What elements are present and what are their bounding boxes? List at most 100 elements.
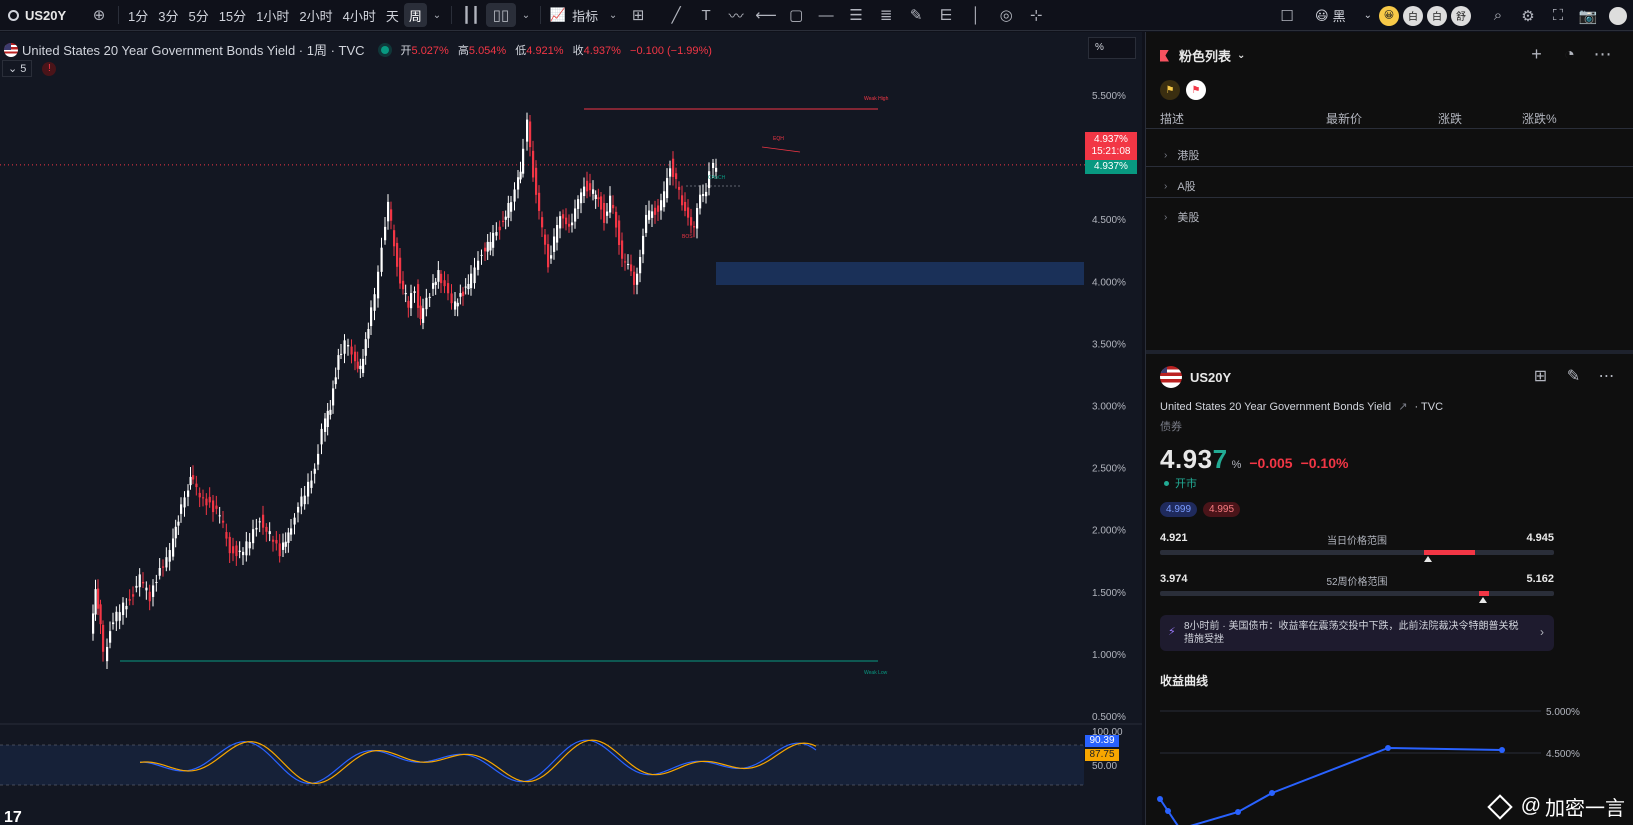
- interval-1h[interactable]: 1小时: [251, 3, 294, 27]
- candle-body-up: [513, 189, 516, 202]
- coin-icon[interactable]: 白: [1427, 5, 1447, 26]
- watchlist-header[interactable]: 粉色列表 ⌄: [1160, 46, 1245, 65]
- candle-body-up: [218, 515, 221, 517]
- chevron-down-icon[interactable]: ⌄: [603, 3, 623, 27]
- candle-body-up: [387, 201, 390, 222]
- layout-grid-icon[interactable]: ⊞: [623, 3, 653, 27]
- flag-badge-icon[interactable]: ⚑: [1160, 80, 1180, 100]
- bid-price-tag: 4.937%: [1085, 160, 1137, 174]
- candle-body-up: [459, 293, 462, 297]
- candle-body-up: [696, 208, 699, 229]
- candle-body-down: [687, 207, 690, 218]
- pattern-icon[interactable]: 〰: [721, 3, 751, 27]
- coin-icon[interactable]: 😀: [1379, 5, 1399, 26]
- interval-1w[interactable]: 周: [403, 3, 427, 27]
- vertical-line-icon[interactable]: │: [961, 3, 991, 27]
- candle-body-up: [290, 528, 293, 535]
- pie-chart-icon[interactable]: ◔: [1553, 42, 1586, 66]
- divider: [1146, 197, 1633, 198]
- plus-icon[interactable]: +: [1520, 42, 1553, 66]
- more-icon[interactable]: ⋯: [1590, 364, 1623, 388]
- candle-body-up: [486, 241, 489, 252]
- watchlist-group[interactable]: › A股: [1164, 178, 1196, 194]
- col-last[interactable]: 最新价: [1326, 110, 1362, 127]
- text-tool-icon[interactable]: T: [691, 3, 721, 27]
- candle-body-down: [484, 247, 487, 252]
- last-price: 4.937%: [1094, 134, 1128, 145]
- news-banner[interactable]: ⚡ 8小时前 · 美国债市：收益率在震荡交投中下跌，此前法院裁决令特朗普关税措施…: [1160, 615, 1554, 651]
- interval-3m[interactable]: 3分: [153, 3, 183, 27]
- watchlist-group[interactable]: › 港股: [1164, 147, 1199, 163]
- chevron-down-icon[interactable]: ⌄: [427, 3, 447, 27]
- col-description[interactable]: 描述: [1160, 110, 1184, 127]
- coin-icon[interactable]: 舒: [1451, 5, 1471, 26]
- horizontal-line-icon[interactable]: —: [811, 3, 841, 27]
- candle-body-up: [556, 225, 559, 243]
- col-change-pct[interactable]: 涨跌%: [1522, 110, 1557, 127]
- fullscreen-icon[interactable]: ⛶: [1543, 4, 1573, 28]
- square-icon[interactable]: ☐: [1272, 4, 1302, 28]
- candle-body-down: [356, 361, 359, 369]
- candle-chart-icon[interactable]: ▯▯: [485, 3, 516, 27]
- candle-body-down: [618, 220, 621, 246]
- legend-title[interactable]: United States 20 Year Government Bonds Y…: [22, 40, 365, 59]
- gear-icon[interactable]: ⚙: [1513, 4, 1543, 28]
- edit-icon[interactable]: ✎: [1557, 364, 1590, 388]
- theme-selector[interactable]: 😃 黑 ⌄: [1310, 4, 1377, 28]
- candle-body-down: [589, 183, 592, 191]
- warning-icon[interactable]: !: [42, 61, 57, 76]
- interval-1m[interactable]: 1分: [123, 3, 153, 27]
- watchlist-group[interactable]: › 美股: [1164, 209, 1199, 225]
- candle-body-down: [541, 217, 544, 228]
- indicators-toggle[interactable]: ⌄ 5: [2, 60, 33, 77]
- interval-2h[interactable]: 2小时: [294, 3, 337, 27]
- avatar[interactable]: [1603, 4, 1633, 28]
- bar-countdown: 15:21:08: [1091, 146, 1131, 157]
- candle-body-up: [282, 542, 285, 550]
- camera-icon[interactable]: 📷: [1573, 4, 1603, 28]
- chevron-down-icon: ⌄: [1237, 50, 1246, 61]
- candle-body-up: [165, 557, 168, 568]
- measure-icon[interactable]: ⋿: [931, 3, 961, 27]
- interval-15m[interactable]: 15分: [214, 3, 251, 27]
- instrument-name[interactable]: United States 20 Year Government Bonds Y…: [1160, 401, 1391, 413]
- indicators-button[interactable]: 📈 指标: [545, 3, 603, 27]
- chevron-right-icon: ›: [1164, 180, 1168, 192]
- candle-body-up: [258, 521, 261, 523]
- candle-body-up: [422, 308, 425, 323]
- external-link-icon[interactable]: ↗: [1398, 401, 1407, 413]
- panel-splitter[interactable]: [1146, 350, 1633, 354]
- ray-icon[interactable]: ⟵: [751, 3, 781, 27]
- brush-icon[interactable]: ✎: [901, 3, 931, 27]
- crosshair-icon[interactable]: ⊹: [1021, 3, 1051, 27]
- day-range-high: 4.945: [1526, 532, 1554, 544]
- rectangle-icon[interactable]: ▢: [781, 3, 811, 27]
- candle-body-down: [621, 240, 624, 259]
- more-icon[interactable]: ⋯: [1586, 42, 1619, 66]
- interval-5m[interactable]: 5分: [183, 3, 213, 27]
- price-chart[interactable]: Weak HighWeak LowEQHCHoCHBOS 5.500%5.000…: [0, 32, 1142, 825]
- candle-body-up: [187, 490, 190, 497]
- candle-body-down: [502, 220, 505, 223]
- candle-body-up: [334, 377, 337, 385]
- candle-body-down: [529, 121, 532, 148]
- magnet-icon[interactable]: ◎: [991, 3, 1021, 27]
- trend-line-icon[interactable]: ╱: [661, 3, 691, 27]
- add-symbol-icon[interactable]: ⊕: [84, 3, 114, 27]
- grid-icon[interactable]: ⊞: [1524, 364, 1557, 388]
- candle-body-up: [367, 328, 370, 339]
- flag-badge-icon[interactable]: ⚑: [1186, 80, 1206, 100]
- bar-chart-icon[interactable]: ┃┃: [456, 3, 486, 27]
- interval-4h[interactable]: 4小时: [338, 3, 381, 27]
- symbol-search[interactable]: US20Y: [0, 0, 84, 31]
- interval-1d[interactable]: 天: [381, 3, 404, 27]
- candle-body-down: [402, 280, 405, 290]
- chevron-down-icon[interactable]: ⌄: [516, 3, 536, 27]
- scale-unit-box[interactable]: %: [1088, 37, 1136, 59]
- col-change[interactable]: 涨跌: [1438, 110, 1462, 127]
- fib-icon[interactable]: ≣: [871, 3, 901, 27]
- coin-icon[interactable]: 白: [1403, 5, 1423, 26]
- magnifier-chart-icon[interactable]: ⌕: [1483, 4, 1513, 28]
- parallel-channel-icon[interactable]: ☰: [841, 3, 871, 27]
- chart-area[interactable]: Weak HighWeak LowEQHCHoCHBOS 5.500%5.000…: [0, 32, 1142, 825]
